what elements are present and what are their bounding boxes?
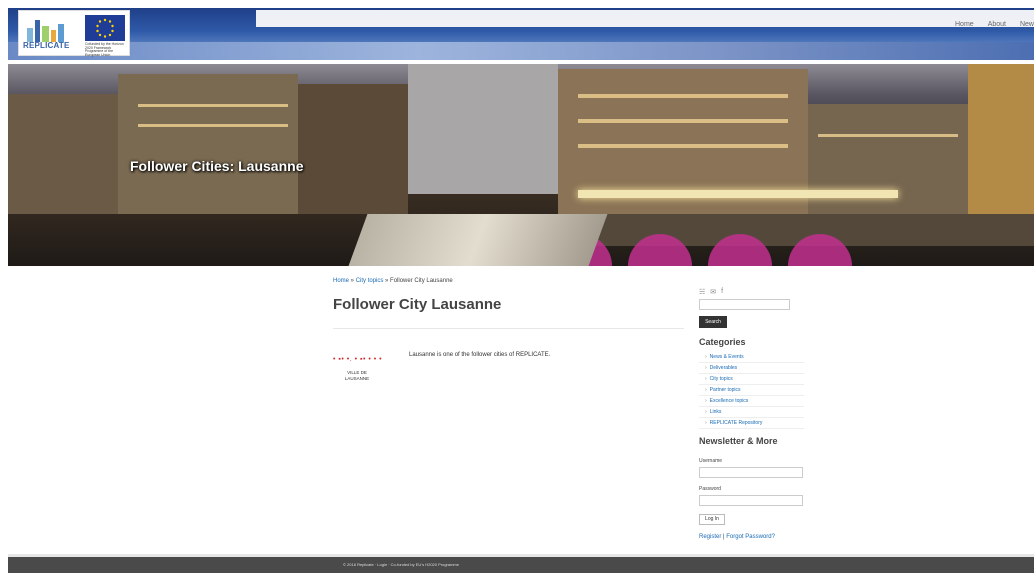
category-item[interactable]: › Partner topics	[699, 385, 804, 396]
breadcrumb-city-topics[interactable]: City topics	[356, 278, 384, 284]
categories-list: › News & Events › Deliverables › City topic…	[699, 352, 804, 429]
category-label: REPLICATE Repository	[709, 420, 763, 426]
building	[298, 84, 408, 214]
window-lights	[578, 144, 788, 148]
breadcrumb-current: Follower City Lausanne	[390, 278, 453, 284]
logo-dots: • ▪• •. • ▪• • • •	[333, 356, 383, 363]
category-label: News & Events	[709, 354, 744, 360]
chevron-right-icon: ›	[705, 365, 707, 371]
login-button[interactable]: Log In	[699, 514, 725, 525]
footer-text: © 2016 Replicate · Login · Co-funded by …	[343, 562, 459, 567]
logo-line-2: LAUSANNE	[344, 376, 370, 381]
category-label: Excellence topics	[709, 398, 749, 404]
search-input[interactable]	[699, 299, 790, 310]
password-label: Password	[699, 486, 721, 492]
divider	[333, 328, 684, 329]
social-icons: ☵ ✉ f	[699, 288, 723, 296]
nav-news[interactable]: New	[1020, 21, 1034, 28]
logo-line-1: VILLE DE	[347, 370, 367, 375]
eu-flag-icon	[85, 15, 125, 41]
category-label: Deliverables	[709, 365, 738, 371]
window-lights	[818, 134, 958, 137]
password-field[interactable]	[699, 495, 803, 506]
category-label: Partner topics	[709, 387, 741, 393]
nav-about[interactable]: About	[988, 21, 1006, 28]
category-item[interactable]: › Excellence topics	[699, 396, 804, 407]
hero-title: Follower Cities: Lausanne	[130, 158, 304, 174]
search-button[interactable]: Search	[699, 316, 727, 328]
breadcrumb-home[interactable]: Home	[333, 278, 349, 284]
chevron-right-icon: ›	[705, 398, 707, 404]
breadcrumb-sep: »	[349, 278, 356, 284]
category-item[interactable]: › Deliverables	[699, 363, 804, 374]
logo-text: REPLICATE	[23, 41, 70, 50]
breadcrumb: Home » City topics » Follower City Lausa…	[333, 278, 453, 284]
chevron-right-icon: ›	[705, 409, 707, 415]
category-label: City topics	[709, 376, 733, 382]
site-header: REPLICATE Cofunded by the Horizon 2020 F…	[8, 8, 1034, 60]
category-item[interactable]: › News & Events	[699, 352, 804, 363]
hero-banner: Follower Cities: Lausanne	[8, 64, 1034, 266]
lausanne-logo: • ▪• •. • ▪• • • • VILLE DE LAUSANNE	[333, 356, 403, 392]
window-lights	[138, 104, 288, 107]
site-footer: © 2016 Replicate · Login · Co-funded by …	[8, 557, 1034, 573]
rss-icon[interactable]: ☵	[699, 288, 705, 296]
window-lights	[578, 94, 788, 98]
building	[118, 74, 298, 214]
chevron-right-icon: ›	[705, 354, 707, 360]
window-lights	[138, 124, 288, 127]
chevron-right-icon: ›	[705, 420, 707, 426]
page-title: Follower City Lausanne	[333, 296, 502, 313]
top-nav-bar	[256, 10, 1034, 27]
categories-heading: Categories	[699, 337, 746, 347]
forgot-password-link[interactable]: Forgot Password?	[726, 534, 775, 540]
account-links: Register | Forgot Password?	[699, 534, 775, 540]
header-sky-band	[8, 42, 1034, 60]
chevron-right-icon: ›	[705, 376, 707, 382]
username-label: Username	[699, 458, 723, 464]
logo-text: VILLE DE LAUSANNE	[339, 370, 375, 382]
building	[968, 64, 1034, 214]
nav-home[interactable]: Home	[955, 21, 974, 28]
facebook-icon[interactable]: f	[721, 288, 723, 296]
eu-caption: Cofunded by the Horizon 2020 Framework P…	[85, 42, 124, 58]
window-lights	[578, 119, 788, 123]
building	[8, 94, 118, 214]
building	[408, 64, 558, 194]
newsletter-heading: Newsletter & More	[699, 436, 778, 446]
site-logo[interactable]: REPLICATE Cofunded by the Horizon 2020 F…	[18, 10, 130, 58]
category-item[interactable]: › REPLICATE Repository	[699, 418, 804, 429]
light-bar	[578, 190, 898, 198]
register-link[interactable]: Register	[699, 534, 721, 540]
top-nav: Home About New	[955, 21, 1034, 28]
article-text: Lausanne is one of the follower cities o…	[409, 352, 551, 358]
username-field[interactable]	[699, 467, 803, 478]
mail-icon[interactable]: ✉	[710, 288, 716, 296]
street	[348, 214, 608, 266]
category-item[interactable]: › Links	[699, 407, 804, 418]
chevron-right-icon: ›	[705, 387, 707, 393]
category-label: Links	[709, 409, 722, 415]
category-item[interactable]: › City topics	[699, 374, 804, 385]
